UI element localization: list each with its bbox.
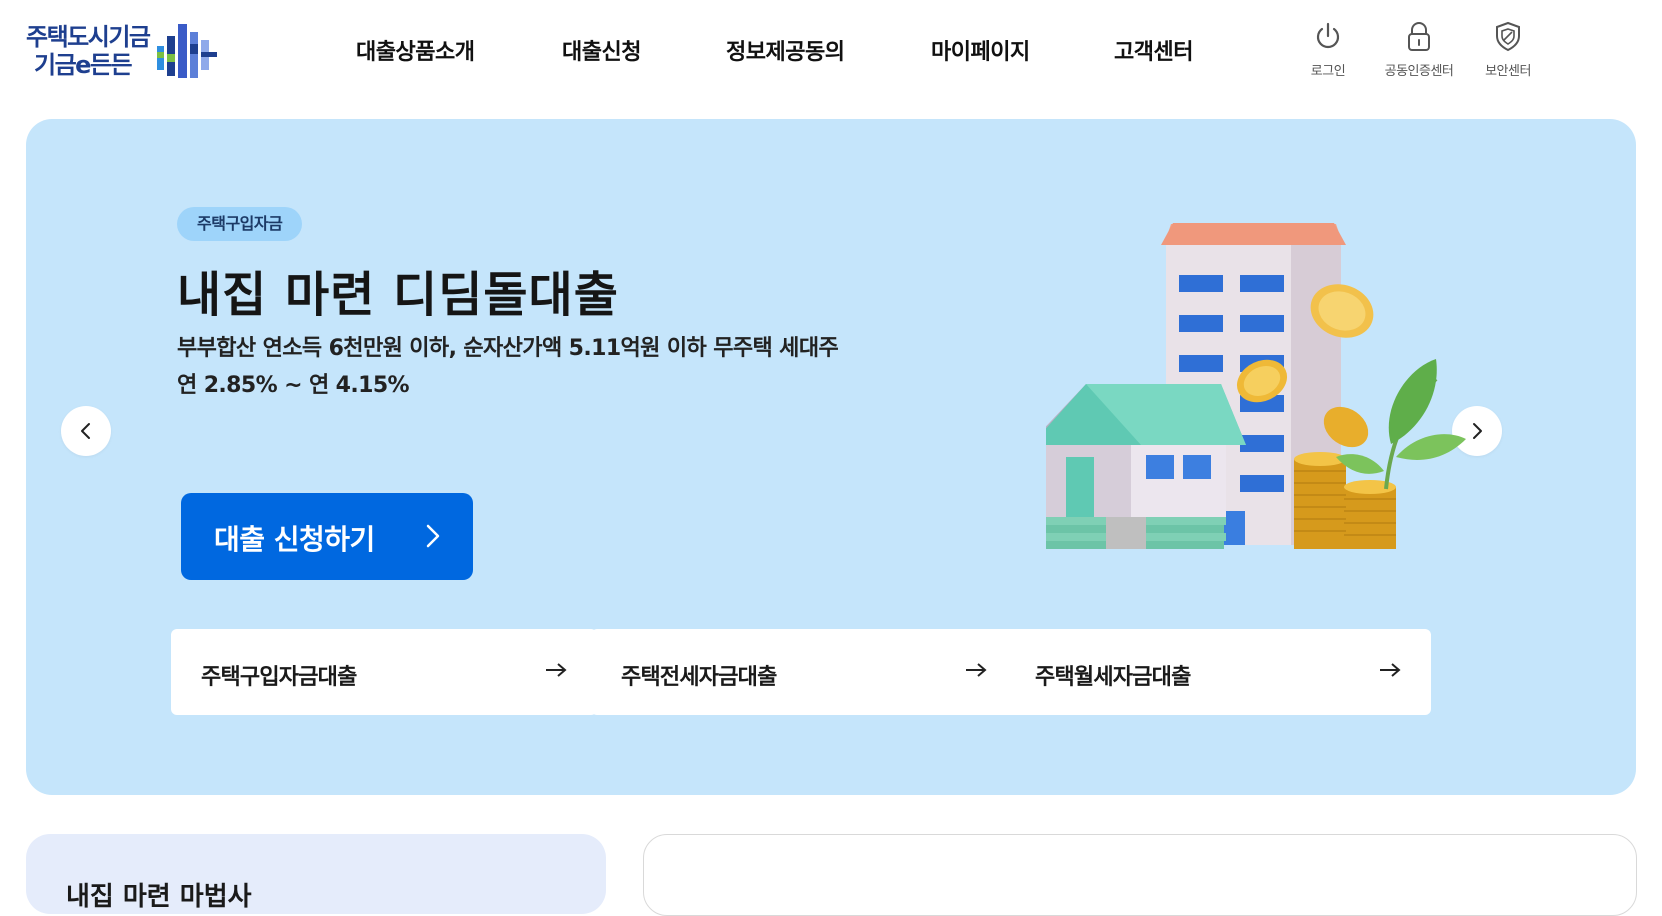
cert-center-link[interactable]: 공동인증센터 [1374, 20, 1464, 79]
arrow-right-icon [1380, 663, 1401, 677]
nav-item-customer-center[interactable]: 고객센터 [1114, 34, 1193, 66]
arrow-right-icon [546, 663, 567, 677]
apply-loan-button[interactable]: 대출 신청하기 [181, 493, 473, 580]
logo-line2: 기금e든든 [34, 51, 133, 79]
category-badge: 주택구입자금 [177, 207, 303, 241]
quick-link-label: 주택구입자금대출 [201, 665, 357, 690]
security-center-link[interactable]: 보안센터 [1463, 20, 1553, 79]
quick-link-monthly-rent[interactable]: 주택월세자금대출 [1005, 629, 1431, 715]
chevron-left-icon [81, 423, 90, 439]
logo-text: 주택도시기금 기금e든든 [26, 23, 151, 79]
power-icon [1316, 22, 1340, 49]
interest-rate: 연 2.85% ~ 연 4.15% [177, 373, 410, 398]
nav-item-loan-apply[interactable]: 대출신청 [562, 34, 641, 66]
logo-bars-icon [157, 24, 218, 78]
nav-item-info-consent[interactable]: 정보제공동의 [726, 34, 845, 66]
chevron-right-icon [426, 524, 440, 548]
quick-link-home-purchase[interactable]: 주택구입자금대출 [171, 629, 597, 715]
cert-center-label: 공동인증센터 [1384, 64, 1454, 79]
apply-loan-label: 대출 신청하기 [214, 523, 375, 556]
house-coins-illustration [1046, 223, 1466, 549]
login-link[interactable]: 로그인 [1283, 20, 1373, 79]
shield-icon [1496, 21, 1520, 52]
security-center-label: 보안센터 [1485, 64, 1531, 79]
site-header: 주택도시기금 기금e든든 대출상품소개 대출신청 정보제공동의 마이페이지 고객… [0, 0, 1662, 110]
quick-link-label: 주택월세자금대출 [1035, 665, 1191, 690]
quick-link-jeonse[interactable]: 주택전세자금대출 [591, 629, 1017, 715]
nav-item-loan-products[interactable]: 대출상품소개 [356, 34, 475, 66]
logo-line1: 주택도시기금 [26, 23, 151, 51]
nav-item-mypage[interactable]: 마이페이지 [931, 34, 1030, 66]
site-logo[interactable]: 주택도시기금 기금e든든 [26, 22, 219, 80]
arrow-right-icon [966, 663, 987, 677]
right-content-panel [643, 834, 1637, 916]
hero-description: 부부합산 연소득 6천만원 이하, 순자산가액 5.11억원 이하 무주택 세대… [177, 336, 839, 361]
home-wizard-panel[interactable]: 내집 마련 마법사 [26, 834, 606, 914]
carousel-prev-button[interactable] [61, 406, 111, 456]
hero-banner: 주택구입자금 내집 마련 디딤돌대출 부부합산 연소득 6천만원 이하, 순자산… [26, 119, 1636, 795]
login-label: 로그인 [1310, 64, 1346, 79]
lock-icon [1408, 22, 1430, 51]
hero-title: 내집 마련 디딤돌대출 [177, 267, 619, 323]
home-wizard-title: 내집 마련 마법사 [66, 882, 252, 912]
quick-link-label: 주택전세자금대출 [621, 665, 777, 690]
